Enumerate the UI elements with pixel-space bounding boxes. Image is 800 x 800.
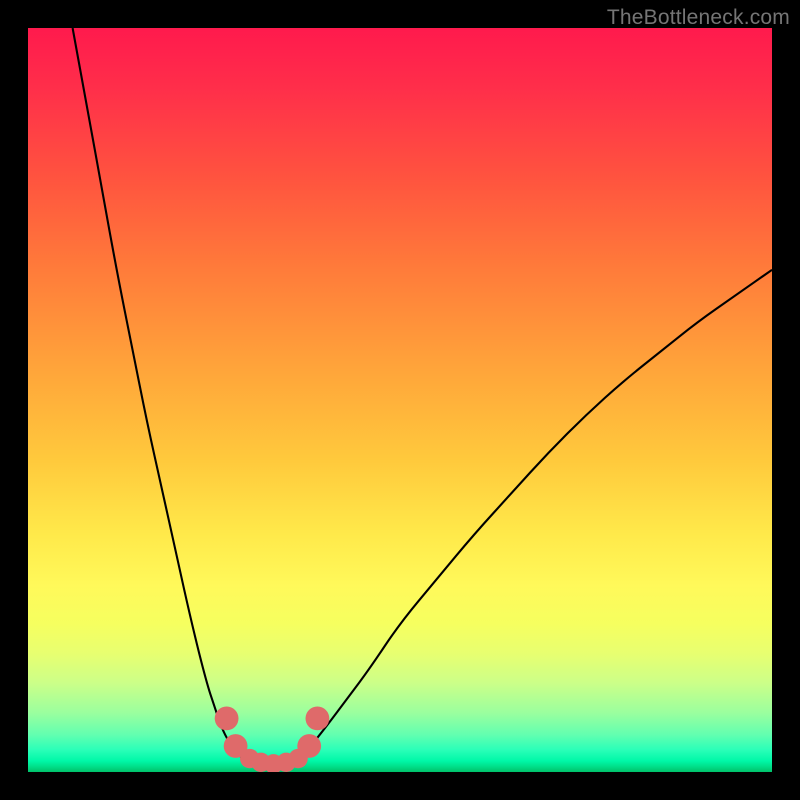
bottleneck-curve (73, 28, 772, 765)
valley-marker (297, 734, 321, 758)
valley-marker-group (215, 707, 330, 773)
valley-marker (215, 707, 239, 731)
watermark-text: TheBottleneck.com (607, 6, 790, 30)
plot-area (28, 28, 772, 772)
curve-layer (28, 28, 772, 772)
valley-marker (306, 707, 330, 731)
chart-frame: TheBottleneck.com (0, 0, 800, 800)
